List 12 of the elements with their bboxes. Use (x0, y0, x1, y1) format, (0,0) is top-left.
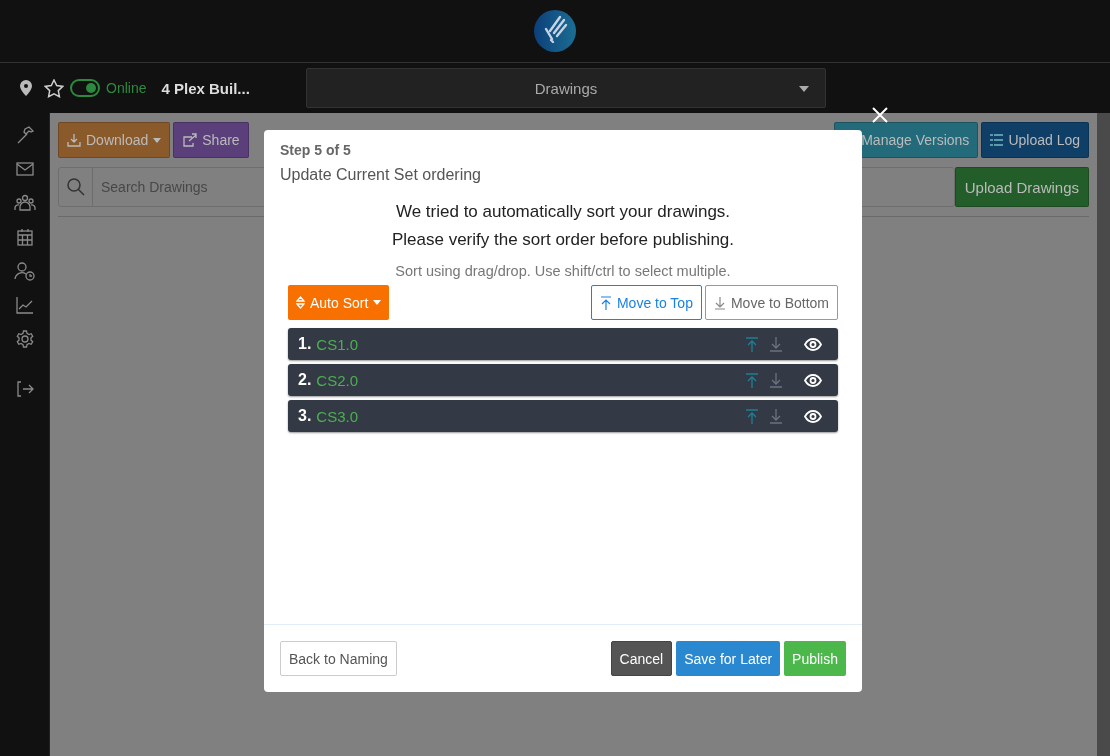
message-text: Please verify the sort order before publishing. (390, 229, 736, 251)
hint-text: Sort using drag/drop. Use shift/ctrl to select multiple. (394, 263, 732, 279)
message-text: We tried to automatically sort your drawings. (394, 201, 732, 223)
drawing-name: CS1.0 (316, 335, 360, 353)
step-label: Step 5 of 5 (280, 142, 352, 158)
item-number: 2. (298, 371, 312, 389)
drawing-name: CS3.0 (316, 407, 360, 425)
item-number: 3. (298, 407, 312, 425)
status-label: Online (106, 80, 147, 96)
drawing-name: CS2.0 (316, 371, 360, 389)
item-number: 1. (298, 335, 312, 353)
modal-title: Update Current Set ordering (280, 166, 482, 184)
